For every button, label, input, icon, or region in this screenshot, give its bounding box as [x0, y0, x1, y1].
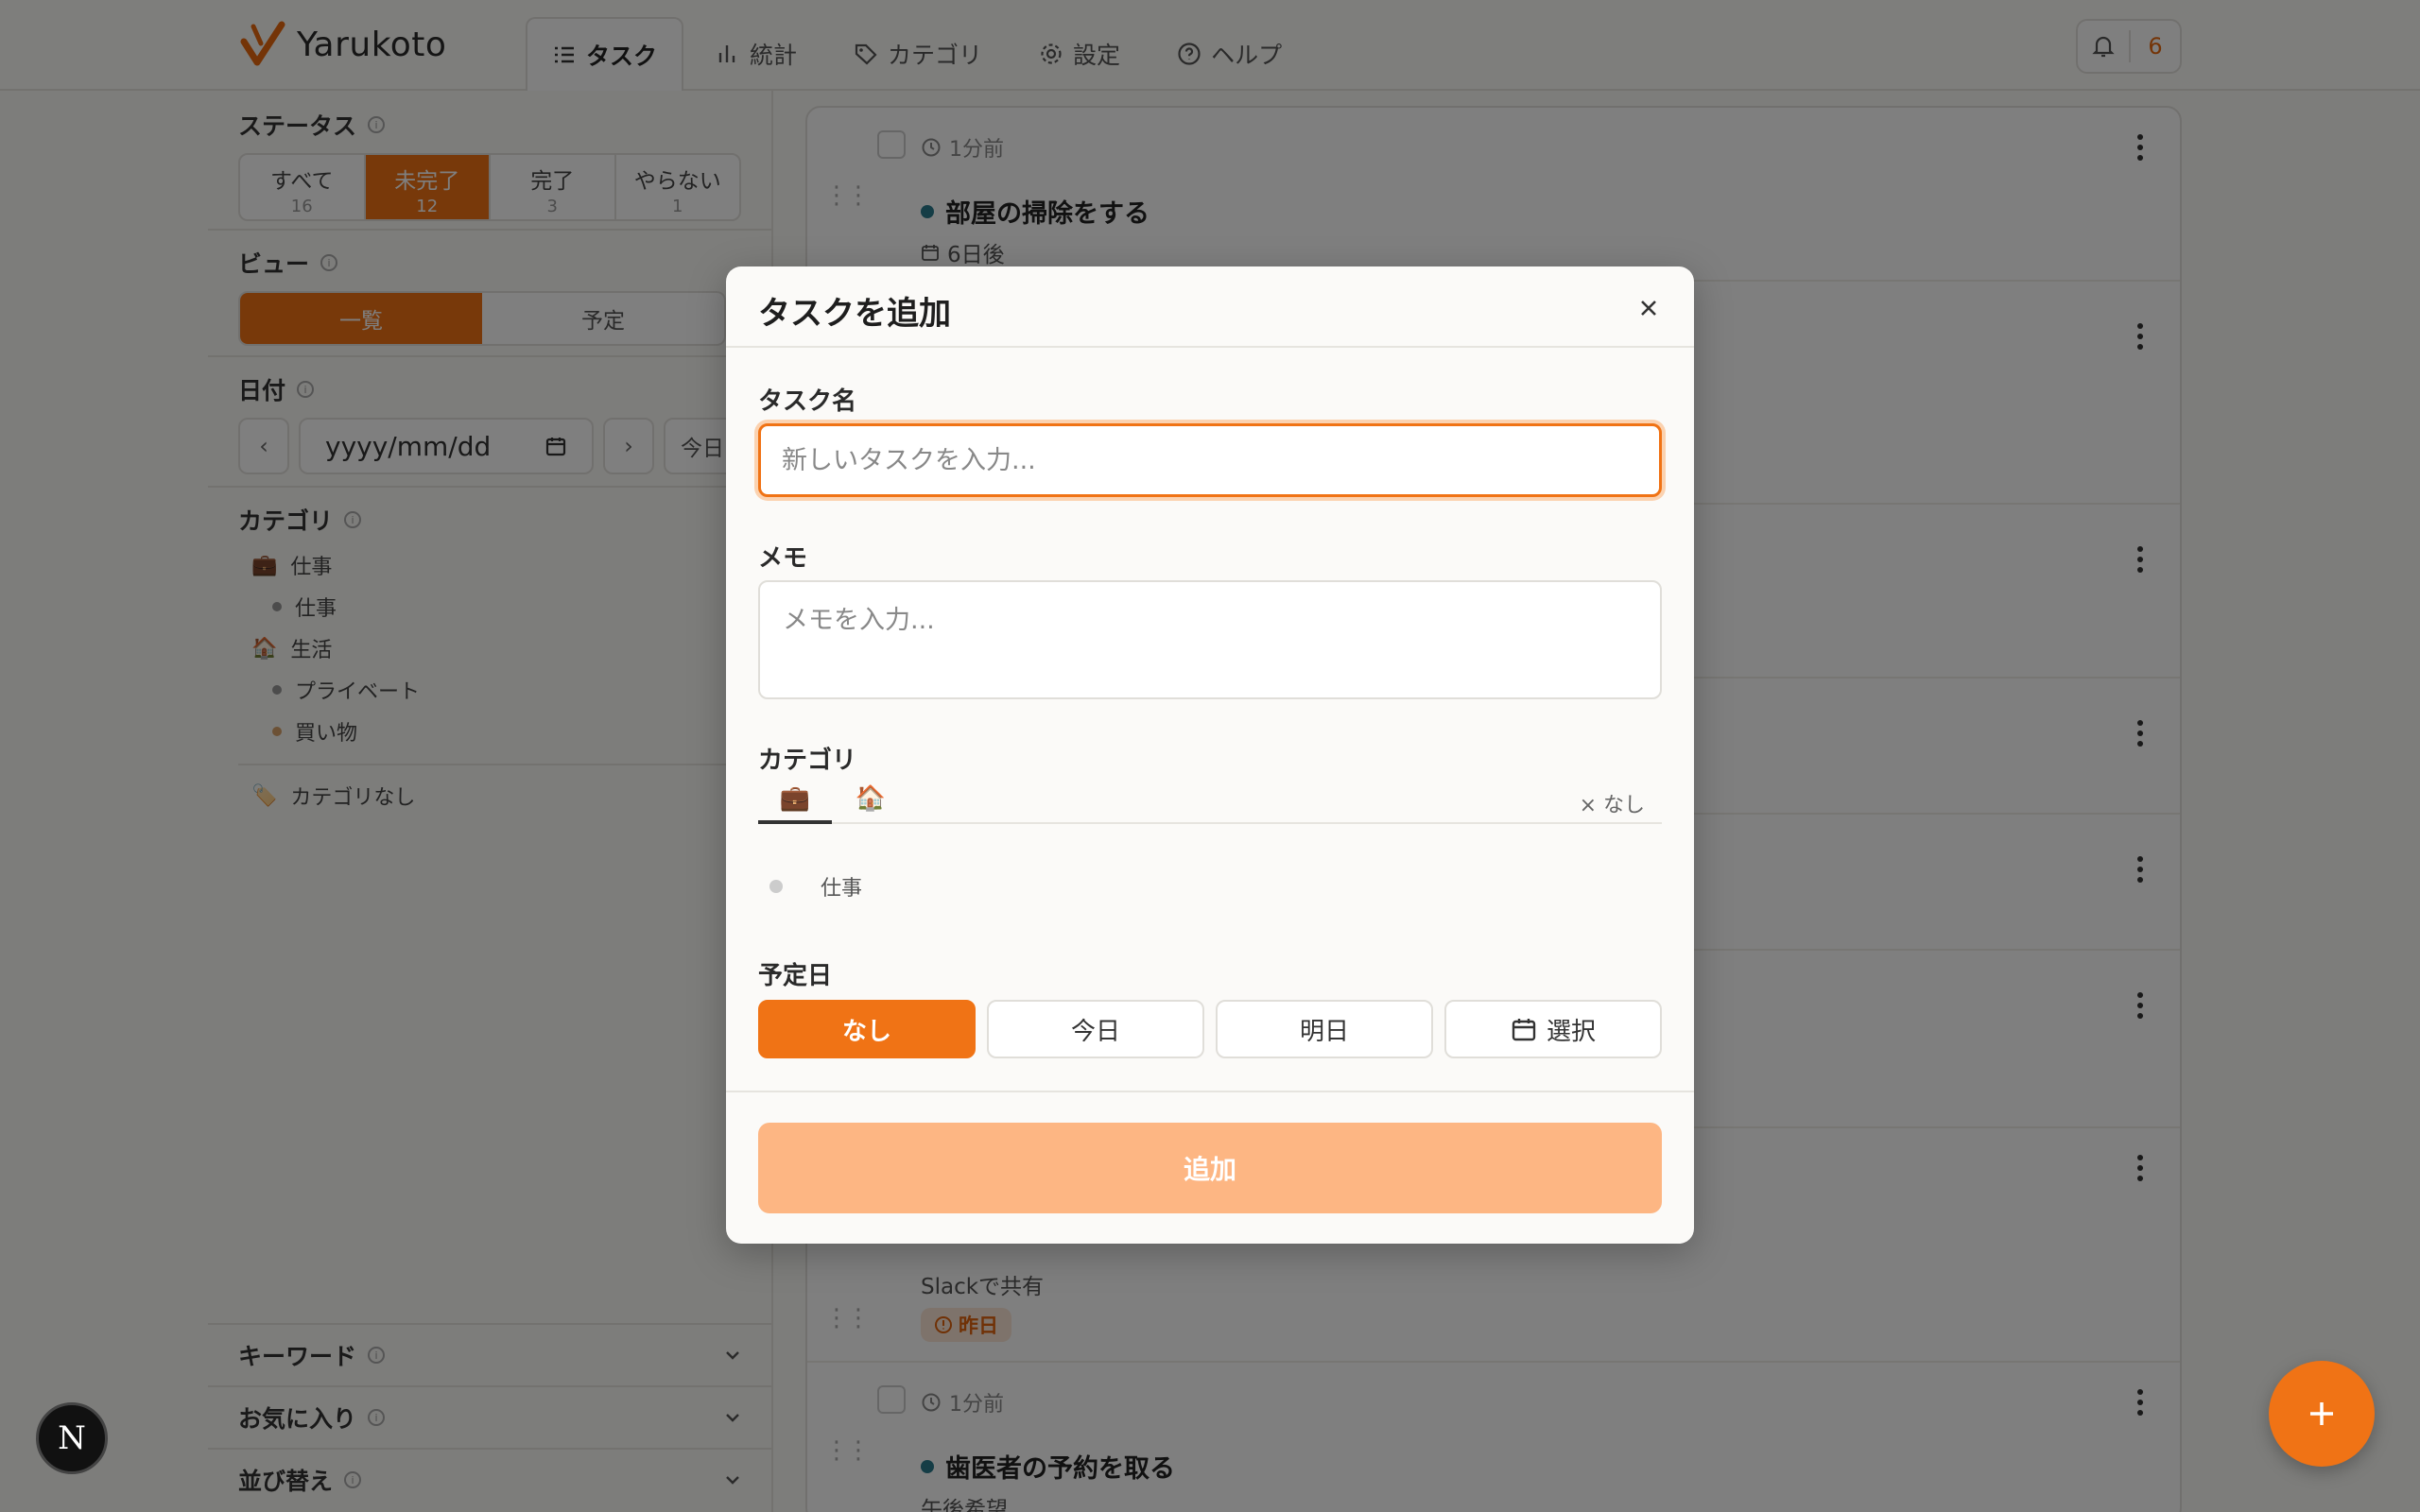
divider: [726, 1091, 1694, 1092]
due-tomorrow-button[interactable]: 明日: [1216, 1000, 1433, 1058]
due-none-button[interactable]: なし: [758, 1000, 976, 1058]
due-pick-label: 選択: [1546, 1017, 1596, 1046]
subcategory-option-work[interactable]: 仕事: [769, 871, 862, 902]
subcategory-label: 仕事: [821, 877, 863, 901]
briefcase-icon: 💼: [779, 784, 811, 813]
category-none-button[interactable]: × なし: [1580, 788, 1645, 818]
house-icon: 🏠: [855, 784, 887, 813]
category-tab-work[interactable]: 💼: [758, 784, 832, 824]
category-label: カテゴリ: [758, 747, 857, 775]
task-name-label: タスク名: [758, 387, 857, 416]
category-tabs: 💼 🏠 × なし: [758, 784, 1662, 824]
due-date-label: 予定日: [758, 962, 833, 990]
due-pick-button[interactable]: 選択: [1444, 1000, 1662, 1058]
add-task-fab[interactable]: [2269, 1361, 2375, 1467]
add-task-submit-button[interactable]: 追加: [758, 1123, 1662, 1213]
memo-textarea[interactable]: [758, 580, 1662, 699]
add-task-dialog: タスクを追加 タスク名 メモ カテゴリ 💼 🏠 × なし 仕事 予定日 なし 今…: [726, 266, 1694, 1244]
due-today-button[interactable]: 今日: [987, 1000, 1204, 1058]
radio-dot: [769, 880, 783, 893]
due-date-options: なし 今日 明日 選択: [758, 1000, 1662, 1058]
category-tab-life[interactable]: 🏠: [834, 784, 908, 824]
task-name-input[interactable]: [758, 423, 1662, 497]
next-dev-indicator-icon[interactable]: N: [36, 1402, 108, 1474]
dialog-header: タスクを追加: [726, 266, 1694, 348]
calendar-icon: [1512, 1019, 1536, 1041]
plus-icon: [2310, 1402, 2333, 1425]
dialog-title: タスクを追加: [758, 295, 951, 333]
memo-label: メモ: [758, 544, 808, 573]
close-icon[interactable]: [1635, 295, 1662, 321]
